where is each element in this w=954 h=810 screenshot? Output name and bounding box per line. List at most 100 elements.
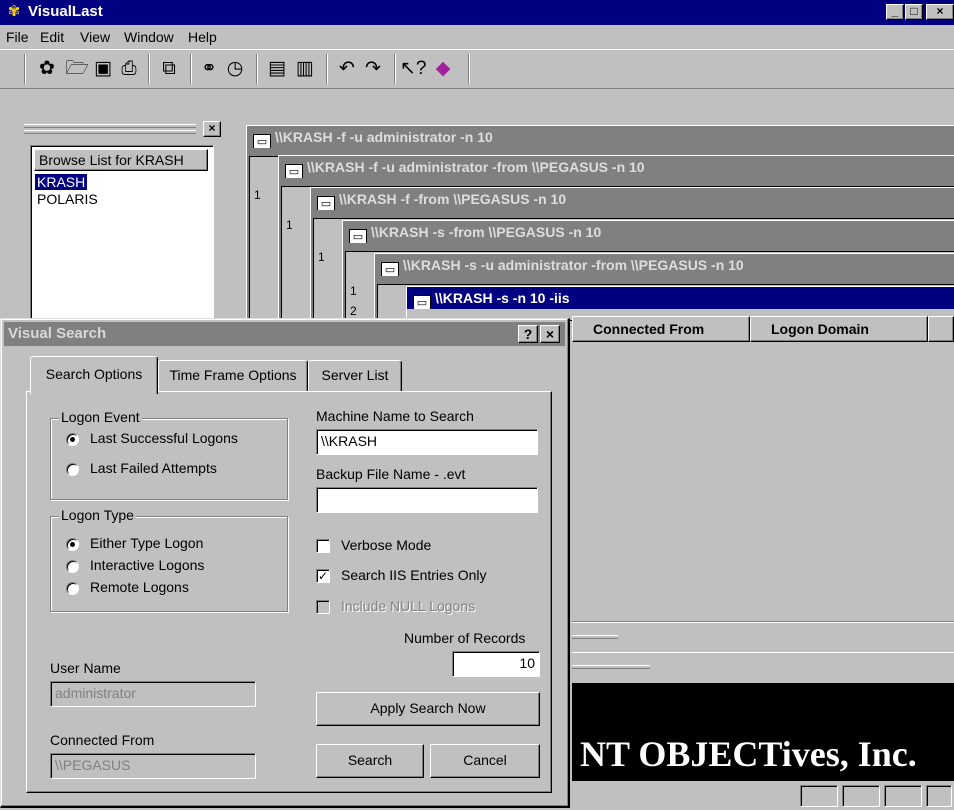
banner-text: NT OBJECTives, Inc.	[580, 734, 917, 774]
row-number: 1	[318, 250, 325, 264]
tab-time-frame-options[interactable]: Time Frame Options	[158, 360, 308, 392]
computer-icon: ▭	[413, 295, 431, 309]
radio-last-failed[interactable]	[66, 463, 79, 476]
user-name-label: User Name	[50, 660, 121, 676]
mdi-window-title[interactable]: ▭ \\KRASH -s -from \\PEGASUS -n 10	[343, 221, 954, 243]
records-field[interactable]: 10	[452, 651, 540, 677]
radio-either-type-label[interactable]: Either Type Logon	[90, 535, 203, 551]
toolbar-separator	[394, 54, 396, 84]
logon-type-label: Logon Type	[59, 507, 136, 523]
browse-item-krash[interactable]: KRASH	[35, 174, 88, 190]
include-null-logons-label: Include NULL Logons	[341, 598, 476, 614]
open-folder-icon[interactable]: 🗁	[64, 56, 90, 82]
search-iis-label[interactable]: Search IIS Entries Only	[341, 567, 487, 583]
dialog-title: Visual Search	[8, 325, 107, 342]
scroll-track[interactable]	[572, 635, 618, 639]
clock-icon[interactable]: ◷	[222, 56, 248, 82]
company-banner: NT OBJECTives, Inc.	[572, 683, 954, 781]
list-header: Connected From Logon Domain	[572, 316, 954, 342]
browse-item-polaris[interactable]: POLARIS	[35, 191, 100, 207]
menu-file[interactable]: File	[6, 29, 29, 45]
find-icon[interactable]: ⚭	[196, 56, 222, 82]
app-logo-icon: ✾	[7, 3, 21, 20]
column-header-extra[interactable]	[928, 316, 954, 342]
size-grip[interactable]	[926, 785, 952, 807]
mdi-window-title[interactable]: ▭ \\KRASH -f -u administrator -from \\PEG…	[279, 156, 954, 178]
status-panel	[800, 785, 838, 807]
apply-search-now-button[interactable]: Apply Search Now	[316, 692, 540, 726]
status-bar	[572, 781, 954, 810]
menu-view[interactable]: View	[80, 29, 110, 45]
computer-icon: ▭	[285, 164, 303, 178]
search-button[interactable]: Search	[316, 744, 424, 778]
search-iis-checkbox[interactable]: ✓	[316, 569, 330, 583]
machine-name-field[interactable]: \\KRASH	[316, 429, 538, 455]
records-label: Number of Records	[404, 630, 526, 646]
backup-file-field[interactable]	[316, 487, 538, 513]
backup-file-label: Backup File Name - .evt	[316, 466, 466, 482]
cancel-button[interactable]: Cancel	[430, 744, 540, 778]
computer-icon: ▭	[349, 229, 367, 243]
print-icon[interactable]: ⎙	[116, 56, 142, 82]
computer-icon: ▭	[317, 196, 335, 210]
tab-server-list[interactable]: Server List	[308, 360, 402, 392]
status-panel	[842, 785, 880, 807]
main-title-bar[interactable]: ✾ VisualLast _ □ ×	[0, 0, 954, 25]
mdi-window-title-active[interactable]: ▭ \\KRASH -s -n 10 -iis	[407, 287, 954, 309]
panel-grip[interactable]	[24, 130, 196, 134]
dialog-close-button[interactable]: ×	[540, 325, 560, 343]
redo-icon[interactable]: ↷	[360, 56, 386, 82]
context-help-icon[interactable]: ↖?	[400, 56, 427, 82]
computer-icon: ▭	[253, 134, 271, 148]
eraser-icon[interactable]: ◆	[430, 56, 456, 82]
radio-remote[interactable]	[66, 582, 79, 595]
toolbar-separator	[326, 54, 328, 84]
radio-interactive[interactable]	[66, 560, 79, 573]
report-export-icon[interactable]: ▥	[292, 56, 318, 82]
column-header-connected-from[interactable]: Connected From	[572, 316, 750, 342]
save-icon[interactable]: ▣	[90, 56, 116, 82]
copy-icon[interactable]: ⧉	[156, 56, 182, 82]
machine-name-label: Machine Name to Search	[316, 408, 474, 424]
radio-either-type[interactable]	[66, 538, 79, 551]
app-logo-icon[interactable]: ✿	[34, 56, 60, 82]
verbose-mode-label[interactable]: Verbose Mode	[341, 537, 431, 553]
menu-edit[interactable]: Edit	[40, 29, 64, 45]
report-icon[interactable]: ▤	[264, 56, 290, 82]
mdi-window-active[interactable]: ▭ \\KRASH -s -n 10 -iis	[406, 286, 954, 320]
window-title: VisualLast	[28, 3, 103, 20]
minimize-button[interactable]: _	[886, 4, 904, 20]
scroll-region	[572, 652, 954, 682]
scroll-track[interactable]	[572, 665, 650, 669]
radio-last-successful-label[interactable]: Last Successful Logons	[90, 430, 238, 446]
radio-remote-label[interactable]: Remote Logons	[90, 579, 189, 595]
tab-search-options[interactable]: Search Options	[30, 356, 158, 394]
radio-interactive-label[interactable]: Interactive Logons	[90, 557, 204, 573]
undo-icon[interactable]: ↶	[334, 56, 360, 82]
list-body[interactable]	[572, 342, 954, 622]
radio-last-successful[interactable]	[66, 433, 79, 446]
panel-grip[interactable]	[24, 124, 196, 128]
row-number: 1	[350, 284, 357, 298]
mdi-window-title[interactable]: ▭ \\KRASH -f -from \\PEGASUS -n 10	[311, 188, 954, 210]
browse-list[interactable]: Browse List for KRASH KRASH POLARIS	[30, 145, 214, 330]
radio-last-failed-label[interactable]: Last Failed Attempts	[90, 460, 217, 476]
menu-help[interactable]: Help	[188, 29, 217, 45]
toolbar-separator	[468, 54, 470, 84]
mdi-window-title[interactable]: ▭ \\KRASH -f -u administrator -n 10	[247, 126, 954, 148]
toolbar-separator	[148, 54, 150, 84]
column-header-logon-domain[interactable]: Logon Domain	[750, 316, 928, 342]
dialog-title-bar[interactable]: Visual Search ? ×	[4, 322, 565, 346]
mdi-window-title[interactable]: ▭ \\KRASH -s -u administrator -from \\PEG…	[375, 254, 954, 276]
dialog-help-button[interactable]: ?	[518, 325, 538, 343]
verbose-mode-checkbox[interactable]	[316, 539, 330, 553]
computer-icon: ▭	[381, 262, 399, 276]
row-number: 1	[286, 218, 293, 232]
toolbar-separator	[256, 54, 258, 84]
close-button[interactable]: ×	[926, 4, 954, 20]
include-null-logons-checkbox	[316, 600, 330, 614]
maximize-button[interactable]: □	[905, 4, 923, 20]
menu-window[interactable]: Window	[124, 29, 174, 45]
browse-panel-close-button[interactable]: ×	[203, 121, 221, 137]
row-number: 2	[350, 304, 357, 318]
